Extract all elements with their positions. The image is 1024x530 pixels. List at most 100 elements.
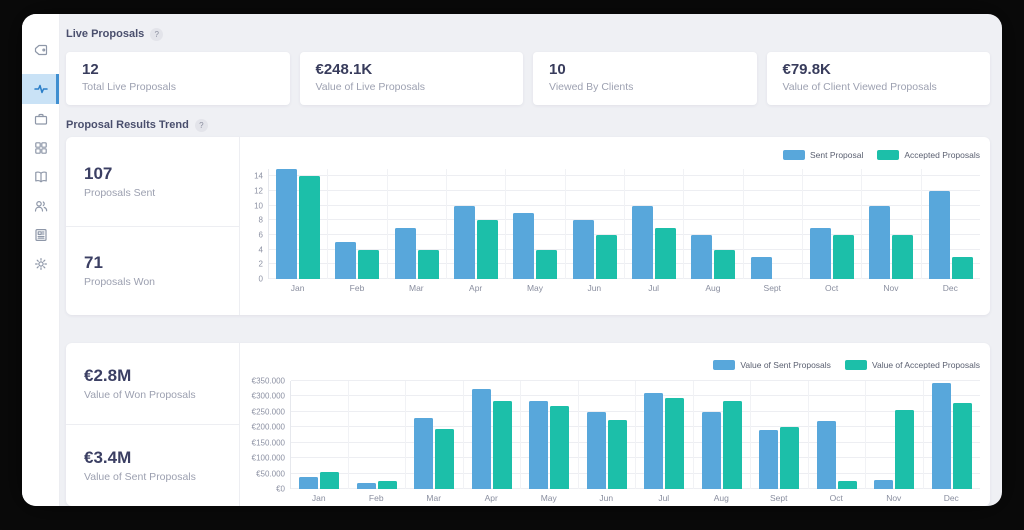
bar-apr[interactable] [454, 206, 475, 279]
sidebar-item-activity[interactable] [22, 74, 59, 104]
y-tick-label: 2 [259, 260, 263, 269]
bar-jan[interactable] [276, 169, 297, 279]
settings-icon [33, 256, 49, 272]
bar-group-nov [861, 169, 920, 279]
trend-title: Proposal Results Trend [66, 119, 189, 131]
plot-area [290, 381, 980, 489]
sidebar [22, 14, 60, 506]
bar-jul[interactable] [632, 206, 653, 279]
bar-group-jul [635, 381, 693, 489]
bar-jan[interactable] [299, 176, 320, 279]
proposals-value-panel: €2.8M Value of Won Proposals €3.4M Value… [66, 343, 990, 506]
bar-aug[interactable] [691, 235, 712, 279]
legend-swatch-blue [783, 150, 805, 160]
bar-group-aug [683, 169, 742, 279]
card-viewed-by-clients: 10 Viewed By Clients [533, 52, 757, 105]
bar-feb[interactable] [358, 250, 379, 279]
bar-jul[interactable] [665, 398, 684, 489]
bar-sept[interactable] [759, 430, 778, 489]
x-tick-label: Sept [750, 493, 808, 503]
bar-mar[interactable] [395, 228, 416, 279]
x-tick-label: Jan [268, 283, 327, 293]
bar-group-sept [743, 169, 802, 279]
bar-aug[interactable] [723, 401, 742, 489]
sidebar-item-book[interactable] [22, 163, 59, 191]
x-tick-label: Jul [635, 493, 693, 503]
legend-value-accepted[interactable]: Value of Accepted Proposals [845, 360, 980, 370]
y-tick-label: 6 [259, 231, 263, 240]
y-tick-label: €350.000 [252, 377, 285, 386]
bar-nov[interactable] [895, 410, 914, 489]
sidebar-item-report[interactable] [22, 221, 59, 249]
bar-may[interactable] [536, 250, 557, 279]
bar-dec[interactable] [929, 191, 950, 279]
help-icon[interactable]: ? [150, 28, 163, 41]
users-icon [33, 198, 49, 214]
sidebar-item-briefcase[interactable] [22, 105, 59, 133]
bar-feb[interactable] [335, 242, 356, 279]
bar-may[interactable] [513, 213, 534, 279]
x-tick-label: Feb [348, 493, 406, 503]
bar-jun[interactable] [608, 420, 627, 489]
legend-label: Accepted Proposals [904, 150, 980, 160]
legend-value-sent[interactable]: Value of Sent Proposals [713, 360, 831, 370]
bar-nov[interactable] [874, 480, 893, 489]
bar-oct[interactable] [833, 235, 854, 279]
proposals-value-chart: Value of Sent Proposals Value of Accepte… [240, 343, 990, 506]
bar-oct[interactable] [817, 421, 836, 489]
bar-jun[interactable] [596, 235, 617, 279]
bar-dec[interactable] [952, 257, 973, 279]
bar-sept[interactable] [780, 427, 799, 489]
legend-sent-proposal[interactable]: Sent Proposal [783, 150, 863, 160]
x-tick-label: Nov [865, 493, 923, 503]
bar-may[interactable] [529, 401, 548, 489]
sidebar-item-tag[interactable] [22, 36, 59, 64]
card-value: 10 [549, 61, 741, 78]
bar-jun[interactable] [587, 412, 606, 489]
bar-group-nov [865, 381, 923, 489]
bar-jan[interactable] [299, 477, 318, 489]
bar-group-mar [405, 381, 463, 489]
card-label: Value of Client Viewed Proposals [783, 81, 975, 93]
card-label: Total Live Proposals [82, 81, 274, 93]
sidebar-item-users[interactable] [22, 192, 59, 220]
bar-group-oct [808, 381, 866, 489]
bar-apr[interactable] [477, 220, 498, 279]
sidebar-item-settings[interactable] [22, 250, 59, 278]
card-value: 12 [82, 61, 274, 78]
bar-group-jan [269, 169, 327, 279]
bar-mar[interactable] [414, 418, 433, 489]
bar-jul[interactable] [655, 228, 676, 279]
bar-oct[interactable] [838, 481, 857, 489]
bar-group-dec [921, 169, 980, 279]
proposals-count-panel: 107 Proposals Sent 71 Proposals Won Sent… [66, 137, 990, 315]
bar-dec[interactable] [953, 403, 972, 489]
legend-swatch-blue [713, 360, 735, 370]
bar-aug[interactable] [714, 250, 735, 279]
bar-oct[interactable] [810, 228, 831, 279]
bar-feb[interactable] [378, 481, 397, 489]
x-axis-labels: JanFebMarAprMayJunJulAugSeptOctNovDec [290, 489, 980, 503]
bar-apr[interactable] [472, 389, 491, 489]
card-value-live-proposals: €248.1K Value of Live Proposals [300, 52, 524, 105]
y-tick-label: €300.000 [252, 392, 285, 401]
bar-aug[interactable] [702, 412, 721, 489]
legend-accepted-proposals[interactable]: Accepted Proposals [877, 150, 980, 160]
help-icon[interactable]: ? [195, 119, 208, 132]
bar-mar[interactable] [418, 250, 439, 279]
bar-nov[interactable] [892, 235, 913, 279]
bar-jul[interactable] [644, 393, 663, 489]
panel1-stats: 107 Proposals Sent 71 Proposals Won [66, 137, 240, 315]
bar-sept[interactable] [751, 257, 772, 279]
bar-dec[interactable] [932, 383, 951, 489]
bar-mar[interactable] [435, 429, 454, 489]
bar-may[interactable] [550, 406, 569, 489]
bar-apr[interactable] [493, 401, 512, 489]
bar-feb[interactable] [357, 483, 376, 489]
sidebar-item-grid[interactable] [22, 134, 59, 162]
bar-jun[interactable] [573, 220, 594, 279]
bar-nov[interactable] [869, 206, 890, 279]
stat-value-won: €2.8M Value of Won Proposals [66, 343, 239, 425]
bar-jan[interactable] [320, 472, 339, 489]
stat-label: Value of Won Proposals [84, 389, 239, 401]
